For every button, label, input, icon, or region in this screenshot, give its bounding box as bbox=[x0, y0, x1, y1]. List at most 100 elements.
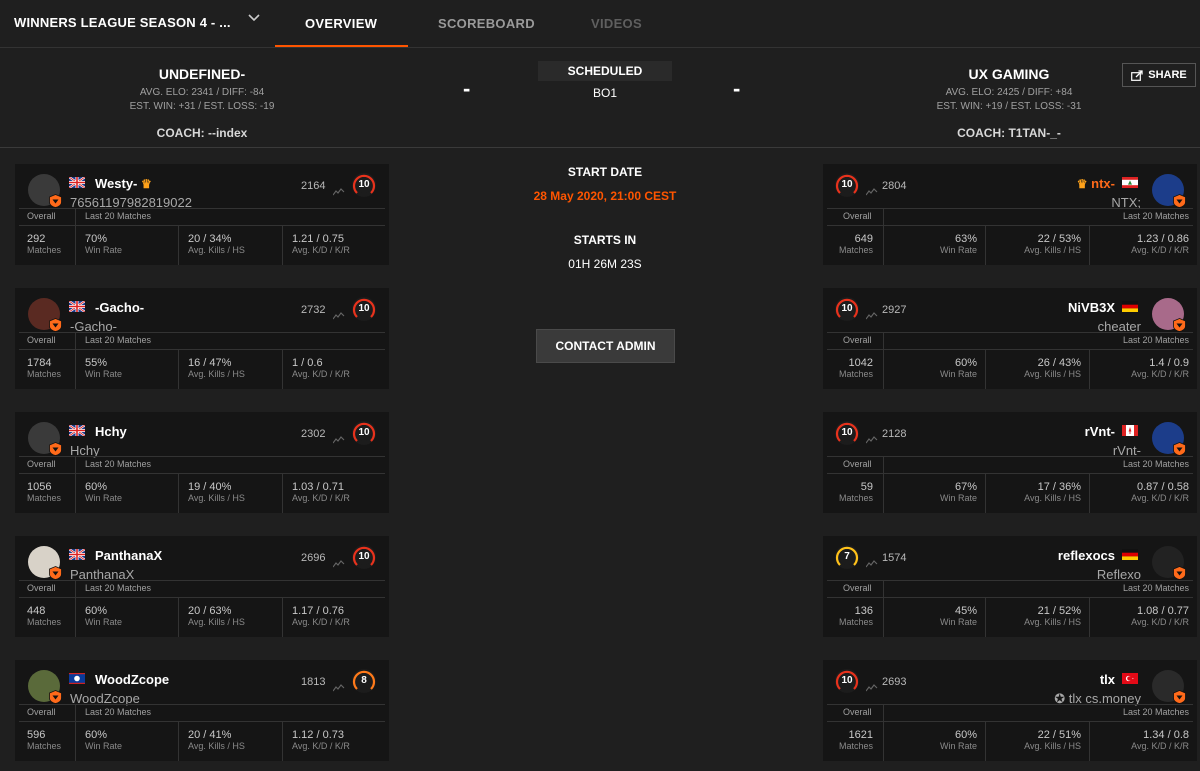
team1-player-card[interactable]: WoodZcope WoodZcope 1813 8 Overall Last 20 M… bbox=[15, 660, 389, 761]
skill-level-icon: 10 bbox=[834, 668, 860, 694]
contact-admin-button[interactable]: CONTACT ADMIN bbox=[536, 329, 675, 363]
divider bbox=[827, 473, 1193, 474]
skill-level-icon: 10 bbox=[351, 296, 377, 322]
faceit-badge-icon bbox=[49, 194, 62, 208]
divider bbox=[178, 722, 179, 761]
stat-value: 20 / 41% bbox=[188, 729, 232, 741]
stat-winrate: 70% Win Rate bbox=[85, 233, 175, 255]
stat-kd: 1.23 / 0.86 Avg. K/D / K/R bbox=[1095, 233, 1189, 255]
player-name[interactable]: PanthanaX bbox=[95, 548, 162, 563]
stat-label: Win Rate bbox=[85, 493, 123, 503]
player-name[interactable]: NiVB3X bbox=[1068, 300, 1115, 315]
stat-label: Win Rate bbox=[939, 493, 977, 503]
stat-label: Avg. K/D / K/R bbox=[292, 245, 350, 255]
skill-level-value: 10 bbox=[358, 179, 370, 190]
stat-value: 1.21 / 0.75 bbox=[292, 233, 344, 245]
stat-value: 136 bbox=[854, 605, 873, 617]
team2-player-card[interactable]: 10 2693 tlx ✪ tlx cs.money Overall Last 20 M… bbox=[823, 660, 1197, 761]
stat-label: Win Rate bbox=[85, 245, 123, 255]
player-name[interactable]: reflexocs bbox=[1058, 548, 1115, 563]
chevron-down-icon[interactable] bbox=[246, 10, 262, 26]
share-button[interactable]: SHARE bbox=[1122, 63, 1196, 87]
team1-player-card[interactable]: PanthanaX PanthanaX 2696 10 Overall Last 20 … bbox=[15, 536, 389, 637]
player-name[interactable]: WoodZcope bbox=[95, 672, 169, 687]
skill-level-icon: 10 bbox=[351, 544, 377, 570]
divider bbox=[1089, 350, 1090, 389]
overall-label: Overall bbox=[27, 707, 56, 717]
divider bbox=[985, 722, 986, 761]
divider bbox=[827, 349, 1193, 350]
overall-label: Overall bbox=[27, 335, 56, 345]
tab-scoreboard[interactable]: SCOREBOARD bbox=[438, 16, 535, 31]
stat-value: 22 / 53% bbox=[1037, 233, 1081, 245]
last20-label: Last 20 Matches bbox=[85, 707, 152, 717]
skill-level-value: 10 bbox=[841, 675, 853, 686]
team1-elo: AVG. ELO: 2341 / DIFF: -84 bbox=[139, 87, 265, 98]
stat-kills: 22 / 53% Avg. Kills / HS bbox=[991, 233, 1081, 255]
stat-winrate: 60% Win Rate bbox=[85, 729, 175, 751]
stat-value: 16 / 47% bbox=[188, 357, 232, 369]
divider bbox=[985, 474, 986, 513]
team1-player-card[interactable]: Westy- ♛ 76561197982819022 2164 10 Overall La… bbox=[15, 164, 389, 265]
stat-label: Win Rate bbox=[939, 741, 977, 751]
tab-overview[interactable]: OVERVIEW bbox=[305, 16, 377, 31]
team2-player-card[interactable]: 10 2128 rVnt-rVnt- Overall Last 20 Matches 5… bbox=[823, 412, 1197, 513]
last20-label: Last 20 Matches bbox=[1122, 459, 1189, 469]
stat-kd: 1.12 / 0.73 Avg. K/D / K/R bbox=[292, 729, 382, 751]
last20-label: Last 20 Matches bbox=[85, 459, 152, 469]
team2-player-card[interactable]: 10 2927 NiVB3X cheater Overall Last 20 Match… bbox=[823, 288, 1197, 389]
stat-label: Matches bbox=[27, 493, 62, 503]
stat-matches: 1621 Matches bbox=[827, 729, 873, 751]
stat-label: Matches bbox=[27, 741, 62, 751]
stat-matches: 1056 Matches bbox=[27, 481, 73, 503]
team2-player-card[interactable]: 7 1574 reflexocs Reflexo Overall Last 20 Mat… bbox=[823, 536, 1197, 637]
divider bbox=[282, 226, 283, 265]
divider bbox=[75, 208, 76, 265]
countdown: 01H 26M 23S bbox=[568, 257, 642, 271]
stat-kd: 1.4 / 0.9 Avg. K/D / K/R bbox=[1095, 357, 1189, 379]
overall-label: Overall bbox=[843, 211, 872, 221]
stat-label: Matches bbox=[838, 493, 873, 503]
match-format: BO1 bbox=[592, 86, 617, 100]
team1-player-card[interactable]: -Gacho- -Gacho- 2732 10 Overall Last 20 Matc… bbox=[15, 288, 389, 389]
stat-matches: 596 Matches bbox=[27, 729, 73, 751]
stat-value: 67% bbox=[954, 481, 977, 493]
stat-matches: 1784 Matches bbox=[27, 357, 73, 379]
divider bbox=[75, 456, 76, 513]
player-name[interactable]: Westy- ♛ bbox=[95, 176, 152, 191]
stat-label: Avg. Kills / HS bbox=[1024, 493, 1081, 503]
stat-value: 1.4 / 0.9 bbox=[1149, 357, 1189, 369]
player-name[interactable]: rVnt- bbox=[1085, 424, 1115, 439]
stat-value: 59 bbox=[860, 481, 873, 493]
stat-value: 649 bbox=[854, 233, 873, 245]
tab-videos[interactable]: VIDEOS bbox=[591, 16, 642, 31]
divider bbox=[883, 580, 884, 637]
team1-player-card[interactable]: Hchy Hchy 2302 10 Overall Last 20 Matches 105… bbox=[15, 412, 389, 513]
stat-value: 596 bbox=[27, 729, 46, 741]
stat-value: 17 / 36% bbox=[1037, 481, 1081, 493]
team1-estimate: EST. WIN: +31 / EST. LOSS: -19 bbox=[129, 101, 275, 112]
faceit-badge-icon bbox=[49, 442, 62, 456]
stat-label: Win Rate bbox=[85, 741, 123, 751]
stat-kills: 26 / 43% Avg. Kills / HS bbox=[991, 357, 1081, 379]
player-name[interactable]: ♛ ntx- bbox=[1077, 176, 1115, 191]
team1-score: - bbox=[463, 76, 471, 101]
player-name[interactable]: tlx bbox=[1100, 672, 1115, 687]
divider bbox=[827, 704, 1193, 705]
stat-label: Avg. K/D / K/R bbox=[1131, 245, 1189, 255]
player-elo: 2128 bbox=[882, 428, 907, 440]
team2-player-card[interactable]: 10 2804 ♛ ntx- NTX; Overall Last 20 Matches 64… bbox=[823, 164, 1197, 265]
divider bbox=[883, 208, 884, 265]
last20-label: Last 20 Matches bbox=[85, 211, 152, 221]
tournament-title[interactable]: WINNERS LEAGUE SEASON 4 - ... bbox=[14, 15, 231, 30]
player-elo: 2696 bbox=[301, 552, 326, 564]
flag-icon bbox=[1122, 177, 1138, 188]
player-name[interactable]: Hchy bbox=[95, 424, 127, 439]
team1-name[interactable]: UNDEFINED- bbox=[32, 66, 372, 82]
divider bbox=[985, 350, 986, 389]
divider bbox=[19, 721, 385, 722]
player-name[interactable]: -Gacho- bbox=[95, 300, 144, 315]
stat-kills: 17 / 36% Avg. Kills / HS bbox=[991, 481, 1081, 503]
stat-kd: 1.17 / 0.76 Avg. K/D / K/R bbox=[292, 605, 382, 627]
stat-value: 60% bbox=[85, 481, 108, 493]
